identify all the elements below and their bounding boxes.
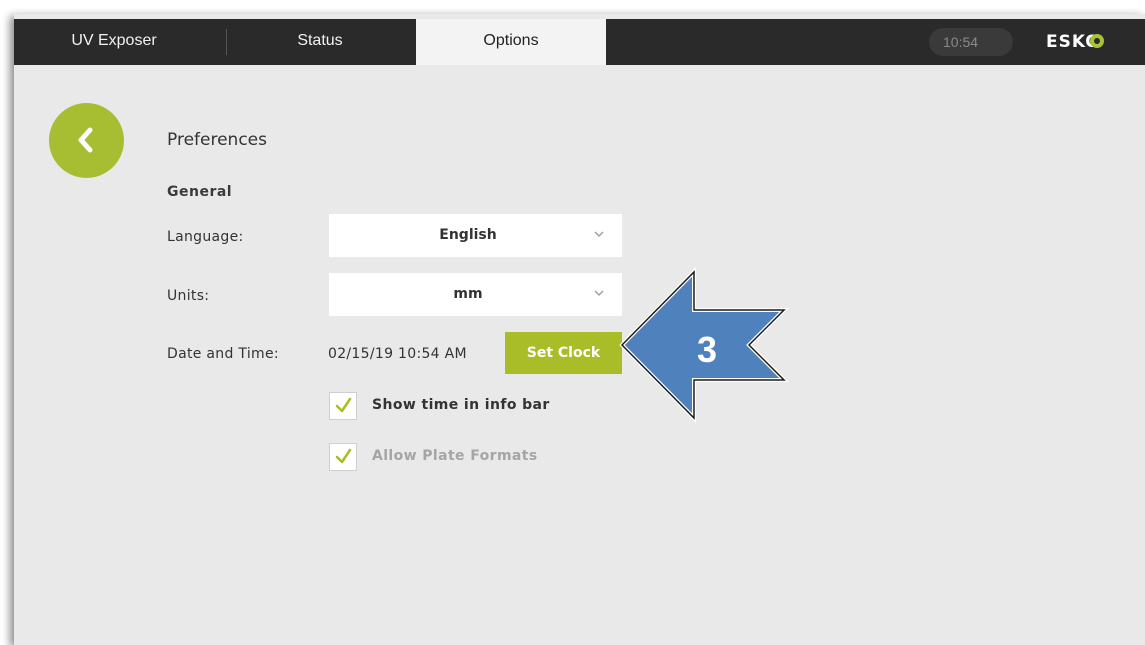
section-heading: General: [167, 184, 233, 200]
show-time-label: Show time in info bar: [372, 397, 550, 413]
date-time-label: Date and Time:: [167, 346, 279, 362]
language-label: Language:: [167, 229, 244, 245]
esko-logo-mark-icon: [1090, 34, 1104, 48]
units-label: Units:: [167, 288, 210, 304]
chevron-left-icon: [78, 127, 93, 153]
units-select-value: mm: [453, 286, 483, 302]
chevron-down-icon: [594, 231, 604, 238]
units-select[interactable]: mm: [329, 273, 622, 316]
app-window: UV Exposer Status Options 10:54 ESKO Pre…: [14, 14, 1145, 645]
tab-divider: [226, 29, 227, 55]
date-time-value: 02/15/19 10:54 AM: [328, 346, 467, 362]
info-bar-clock: 10:54: [929, 28, 1013, 56]
checkmark-icon: [335, 448, 352, 464]
step-number-badge: 3: [696, 329, 718, 370]
allow-plate-formats-label: Allow Plate Formats: [372, 448, 538, 464]
tab-uv-exposer[interactable]: UV Exposer: [34, 19, 194, 65]
tab-status[interactable]: Status: [240, 19, 400, 65]
page-title: Preferences: [167, 130, 267, 150]
language-select[interactable]: English: [329, 214, 622, 257]
tab-options[interactable]: Options: [416, 19, 606, 65]
back-button[interactable]: [49, 103, 124, 178]
checkmark-icon: [335, 397, 352, 413]
language-select-value: English: [439, 227, 497, 243]
allow-plate-formats-checkbox[interactable]: [329, 443, 357, 471]
top-tab-bar: UV Exposer Status Options 10:54 ESKO: [14, 19, 1145, 65]
show-time-checkbox[interactable]: [329, 392, 357, 420]
